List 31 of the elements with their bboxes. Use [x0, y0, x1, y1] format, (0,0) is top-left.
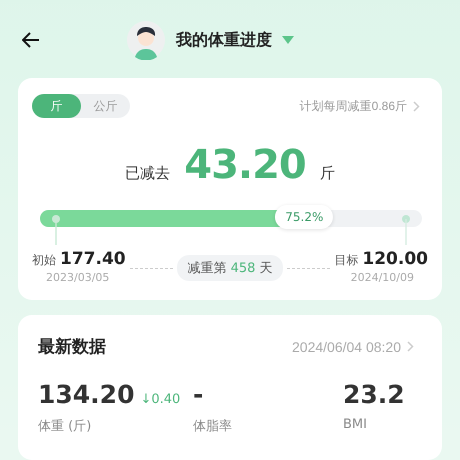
unit-tab[interactable]: 斤 [32, 94, 81, 118]
goal-pin-icon [402, 215, 410, 245]
metric-change: ↓0.40 [140, 392, 180, 407]
metric-value: - [193, 380, 204, 409]
start-weight: 177.40 [60, 249, 126, 269]
metric-label: 体重 (斤) [38, 418, 92, 435]
metric-label: BMI [343, 417, 368, 432]
measure-time-link[interactable]: 2024/06/04 08:20 [292, 338, 422, 354]
start-pin-icon [52, 215, 60, 245]
goal-weight: 120.00 [362, 249, 428, 269]
start-label: 初始 [32, 252, 56, 269]
lost-unit: 斤 [320, 164, 335, 183]
metric-value: 23.2 [343, 380, 405, 409]
metric-value: 134.20 [38, 380, 134, 409]
chevron-right-icon [413, 100, 420, 112]
avatar-icon [126, 20, 166, 60]
back-arrow-icon [22, 32, 40, 48]
chevron-right-icon [407, 341, 414, 352]
start-date: 2023/03/05 [45, 271, 110, 284]
unit-tab[interactable]: 公斤 [81, 94, 130, 118]
goal-label: 目标 [334, 252, 358, 269]
goal-date: 2024/10/09 [350, 271, 415, 284]
page-title[interactable]: 我的体重进度 [176, 30, 272, 50]
lost-value: 43.20 [184, 142, 306, 188]
progress-percent: 75.2% [275, 205, 334, 229]
weekly-plan-link[interactable]: 计划每周减重0.86斤 [300, 98, 428, 114]
card-title: 最新数据 [38, 336, 106, 358]
lost-label: 已减去 [125, 164, 170, 183]
back-button[interactable] [22, 32, 40, 48]
days-count: 减重第 458 天 [177, 255, 283, 281]
metric-label: 体脂率 [193, 418, 233, 435]
